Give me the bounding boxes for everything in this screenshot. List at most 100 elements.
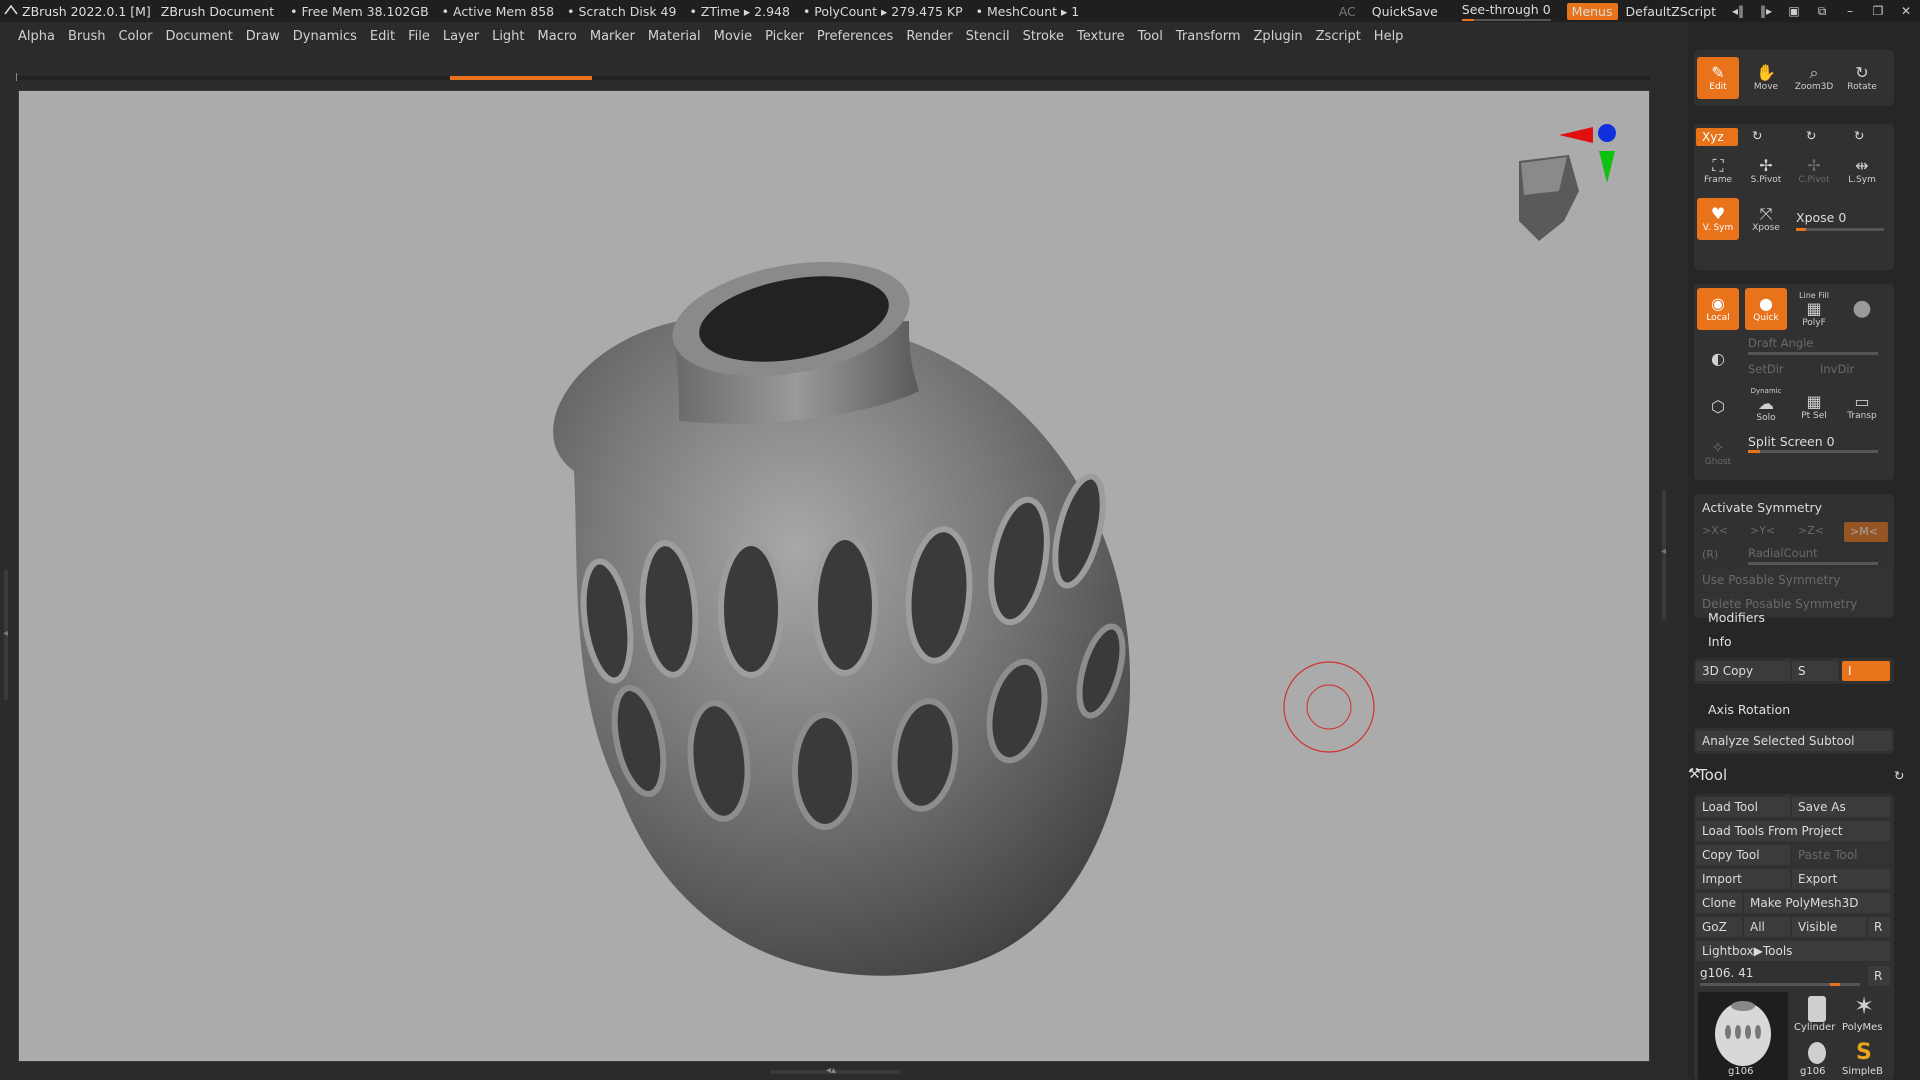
axis-rotation-header[interactable]: Axis Rotation bbox=[1708, 702, 1790, 717]
ac-button[interactable]: AC bbox=[1339, 4, 1356, 19]
axis-y-icon[interactable]: ↻ bbox=[1752, 128, 1762, 143]
axis-x-icon[interactable]: ↻ bbox=[1854, 128, 1864, 143]
sym-z-button[interactable]: >Z< bbox=[1798, 524, 1824, 537]
edit-button[interactable]: ✎ Edit bbox=[1697, 57, 1739, 99]
export-button[interactable]: Export bbox=[1792, 869, 1890, 889]
g106-tool-thumb[interactable]: g106 bbox=[1794, 1040, 1840, 1080]
menu-render[interactable]: Render bbox=[906, 29, 952, 44]
menu-dynamics[interactable]: Dynamics bbox=[293, 29, 357, 44]
sym-x-button[interactable]: >X< bbox=[1702, 524, 1728, 537]
make-polymesh3d-button[interactable]: Make PolyMesh3D bbox=[1744, 893, 1890, 913]
expand-right-icon[interactable]: ◂ bbox=[1661, 546, 1666, 557]
menu-picker[interactable]: Picker bbox=[765, 29, 804, 44]
paste-tool-button[interactable]: Paste Tool bbox=[1792, 845, 1890, 865]
tool-refresh-icon[interactable]: ↻ bbox=[1894, 768, 1904, 783]
sym-m-button[interactable]: >M< bbox=[1844, 522, 1888, 542]
polyf-button[interactable]: Line Fill ▦ PolyF bbox=[1793, 288, 1835, 330]
analyze-subtool-button[interactable]: Analyze Selected Subtool bbox=[1696, 731, 1892, 751]
info-header[interactable]: Info bbox=[1708, 634, 1732, 649]
load-tools-from-project-button[interactable]: Load Tools From Project bbox=[1696, 821, 1890, 841]
ptsel-button[interactable]: ▦ Pt Sel bbox=[1793, 386, 1835, 428]
close-icon[interactable]: ✕ bbox=[1892, 4, 1920, 18]
maximize-icon[interactable]: ❐ bbox=[1864, 4, 1892, 18]
tool-palette-title[interactable]: Tool bbox=[1698, 766, 1727, 784]
menu-stroke[interactable]: Stroke bbox=[1023, 29, 1064, 44]
expand-bottom-icon[interactable]: ◂▴ bbox=[826, 1065, 836, 1076]
copy3d-s-button[interactable]: S bbox=[1792, 661, 1838, 681]
vsym-button[interactable]: ♥ V. Sym bbox=[1697, 198, 1739, 240]
menu-material[interactable]: Material bbox=[648, 29, 701, 44]
xyz-toggle[interactable]: Xyz bbox=[1696, 128, 1738, 146]
goz-r-button[interactable]: R bbox=[1868, 917, 1890, 937]
navigation-gizmo[interactable] bbox=[1519, 124, 1616, 241]
layout-left-icon[interactable]: ◂‖ bbox=[1724, 4, 1752, 18]
menu-zplugin[interactable]: Zplugin bbox=[1254, 29, 1303, 44]
copy3d-i-field[interactable]: I bbox=[1842, 661, 1890, 681]
sym-r-button[interactable]: (R) bbox=[1702, 548, 1718, 561]
menu-preferences[interactable]: Preferences bbox=[817, 29, 893, 44]
palette-dock-icon[interactable]: ▣ bbox=[1780, 4, 1808, 18]
menu-document[interactable]: Document bbox=[165, 29, 232, 44]
menu-zscript[interactable]: Zscript bbox=[1316, 29, 1361, 44]
menu-marker[interactable]: Marker bbox=[590, 29, 635, 44]
radial-count-slider[interactable] bbox=[1748, 562, 1878, 565]
menu-brush[interactable]: Brush bbox=[68, 29, 106, 44]
backface-button[interactable]: ◐ bbox=[1697, 338, 1739, 380]
polymesh-tool-thumb[interactable]: ✶ PolyMes bbox=[1842, 992, 1888, 1038]
lightbox-tools-button[interactable]: Lightbox▶Tools bbox=[1696, 941, 1890, 961]
zoom3d-button[interactable]: ⌕ Zoom3D bbox=[1793, 57, 1835, 99]
material-sphere[interactable]: ● bbox=[1841, 288, 1883, 330]
split-screen-slider[interactable] bbox=[1748, 450, 1878, 453]
solo-button[interactable]: Dynamic ☁ Solo bbox=[1745, 384, 1787, 426]
copy-tool-button[interactable]: Copy Tool bbox=[1696, 845, 1790, 865]
bottom-tray-handle[interactable]: ◂▴ bbox=[0, 1064, 1690, 1080]
transp-button[interactable]: ▭ Transp bbox=[1841, 386, 1883, 428]
minimize-icon[interactable]: – bbox=[1836, 4, 1864, 18]
clone-button[interactable]: Clone bbox=[1696, 893, 1742, 913]
goz-button[interactable]: GoZ bbox=[1696, 917, 1742, 937]
right-tray-handle[interactable]: ◂ bbox=[1652, 90, 1688, 1062]
load-tool-button[interactable]: Load Tool bbox=[1696, 797, 1790, 817]
cpivot-button[interactable]: ✢ C.Pivot bbox=[1793, 150, 1835, 192]
activate-symmetry-button[interactable]: Activate Symmetry bbox=[1702, 500, 1822, 515]
vase-model[interactable] bbox=[19, 91, 1650, 1062]
draft-angle-slider[interactable] bbox=[1748, 352, 1878, 355]
lsym-button[interactable]: ⇹ L.Sym bbox=[1841, 150, 1883, 192]
menu-layer[interactable]: Layer bbox=[443, 29, 479, 44]
layout-right-icon[interactable]: ‖▸ bbox=[1752, 4, 1780, 18]
setdir-button[interactable]: SetDir bbox=[1748, 362, 1784, 376]
menu-alpha[interactable]: Alpha bbox=[18, 29, 55, 44]
menu-movie[interactable]: Movie bbox=[714, 29, 752, 44]
menu-file[interactable]: File bbox=[408, 29, 430, 44]
sym-y-button[interactable]: >Y< bbox=[1750, 524, 1775, 537]
tool-r-button[interactable]: R bbox=[1868, 966, 1890, 986]
seethrough-slider[interactable]: See-through 0 bbox=[1461, 2, 1551, 21]
menu-stencil[interactable]: Stencil bbox=[966, 29, 1010, 44]
cube-button[interactable]: ⬡ bbox=[1697, 386, 1739, 428]
move-button[interactable]: ✋ Move bbox=[1745, 57, 1787, 99]
quicksave-button[interactable]: QuickSave bbox=[1372, 4, 1438, 19]
use-posable-symmetry-button[interactable]: Use Posable Symmetry bbox=[1696, 570, 1892, 590]
current-tool-slider[interactable] bbox=[1700, 983, 1860, 986]
goz-visible-button[interactable]: Visible bbox=[1792, 917, 1866, 937]
expand-left-icon[interactable]: ◂ bbox=[3, 628, 8, 639]
menu-draw[interactable]: Draw bbox=[246, 29, 280, 44]
menus-toggle[interactable]: Menus bbox=[1566, 2, 1618, 20]
goz-all-button[interactable]: All bbox=[1744, 917, 1790, 937]
menu-help[interactable]: Help bbox=[1374, 29, 1404, 44]
simplebrush-tool-thumb[interactable]: S SimpleB bbox=[1842, 1040, 1888, 1080]
left-tray-handle[interactable]: ◂ bbox=[0, 90, 14, 1062]
canvas-viewport[interactable] bbox=[18, 90, 1650, 1062]
menu-color[interactable]: Color bbox=[118, 29, 152, 44]
frame-button[interactable]: ⛶ Frame bbox=[1697, 150, 1739, 192]
palette-undock-icon[interactable]: ⧉ bbox=[1808, 4, 1836, 19]
menu-light[interactable]: Light bbox=[492, 29, 524, 44]
invdir-button[interactable]: InvDir bbox=[1820, 362, 1854, 376]
ghost-button[interactable]: ✧ Ghost bbox=[1697, 432, 1739, 474]
copy3d-button[interactable]: 3D Copy bbox=[1696, 661, 1790, 681]
spivot-button[interactable]: ✢ S.Pivot bbox=[1745, 150, 1787, 192]
import-button[interactable]: Import bbox=[1696, 869, 1790, 889]
xpose-button[interactable]: ⤧ Xpose bbox=[1745, 198, 1787, 240]
cylinder-tool-thumb[interactable]: Cylinder bbox=[1794, 992, 1840, 1038]
menu-transform[interactable]: Transform bbox=[1176, 29, 1241, 44]
